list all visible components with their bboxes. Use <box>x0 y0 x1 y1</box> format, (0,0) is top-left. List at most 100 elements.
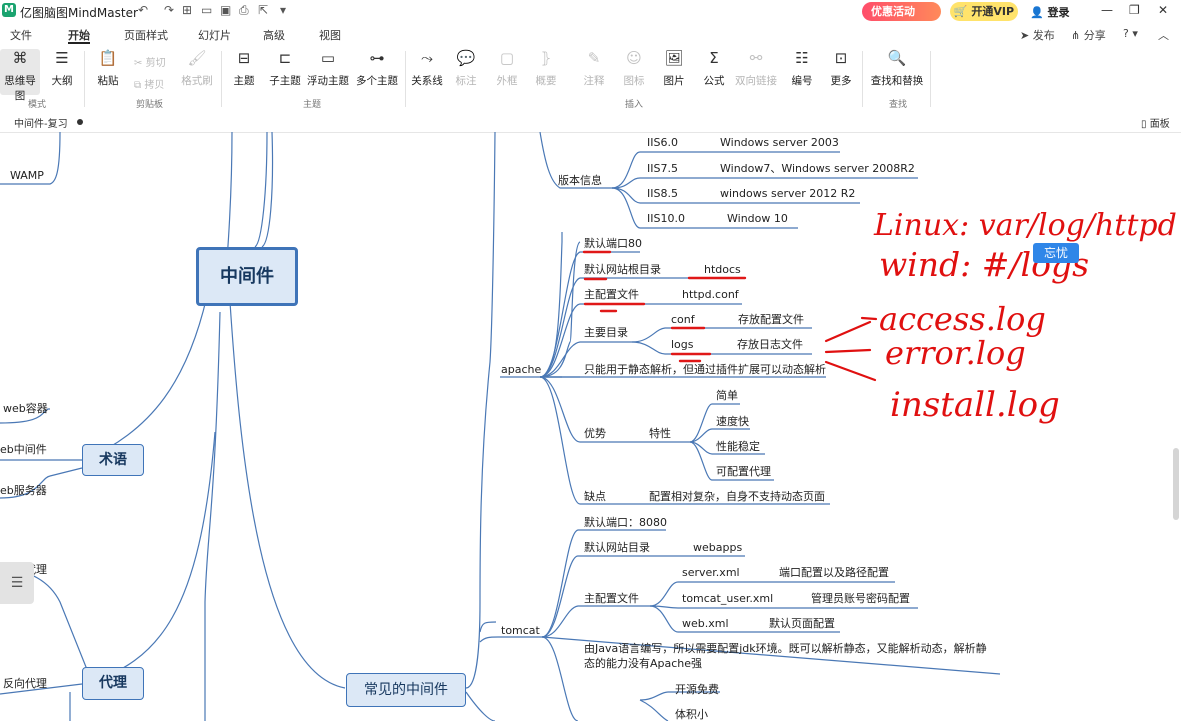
node-apache-httpd-conf[interactable]: httpd.conf <box>682 288 739 302</box>
copy-button[interactable]: ⧉ 拷贝 <box>134 76 164 91</box>
node-open-source[interactable]: 开源免费 <box>675 683 719 697</box>
node-feature-stable[interactable]: 性能稳定 <box>716 440 760 454</box>
node-server-xml[interactable]: server.xml <box>682 566 740 580</box>
node-tomcat[interactable]: tomcat <box>501 624 540 638</box>
close-icon[interactable]: ✕ <box>1158 3 1168 17</box>
node-iis10-os[interactable]: Window 10 <box>727 212 788 226</box>
new-icon[interactable]: ⊞ <box>182 3 192 17</box>
formula-button[interactable]: Σ 公式 <box>702 49 726 88</box>
node-reverse-proxy[interactable]: 反向代理 <box>3 677 47 691</box>
node-tomcat-webdir[interactable]: 默认网站目录 <box>584 541 650 555</box>
node-feature-simple[interactable]: 简单 <box>716 389 738 403</box>
label-button[interactable]: 💬 标注 <box>454 49 478 88</box>
image-button[interactable]: 🖼 图片 <box>662 49 686 88</box>
node-apache-features[interactable]: 特性 <box>649 427 671 441</box>
paste-button[interactable]: 📋 粘贴 <box>96 49 120 88</box>
node-tomcat-user-xml-desc[interactable]: 管理员账号密码配置 <box>811 592 910 606</box>
node-tomcat-java-note-1[interactable]: 由Java语言编写，所以需要配置jdk环境。既可以解析静态，又能解析动态，解析静 <box>584 642 987 656</box>
node-apache-static[interactable]: 只能用于静态解析，但通过插件扩展可以动态解析 <box>584 363 826 377</box>
node-apache-logs[interactable]: logs <box>671 338 694 352</box>
node-version-info[interactable]: 版本信息 <box>558 174 602 188</box>
node-apache-conf-desc[interactable]: 存放配置文件 <box>738 313 804 327</box>
node-small-size[interactable]: 体积小 <box>675 708 708 721</box>
node-feature-fast[interactable]: 速度快 <box>716 415 749 429</box>
boundary-button[interactable]: ▢ 外框 <box>495 49 519 88</box>
export-icon[interactable]: ⇱ <box>258 3 268 17</box>
branch-common-middleware[interactable]: 常见的中间件 <box>346 673 466 707</box>
multi-topic-button[interactable]: ⊶ 多个主题 <box>355 49 399 88</box>
node-apache-config[interactable]: 主配置文件 <box>584 288 639 302</box>
node-iis10[interactable]: IIS10.0 <box>647 212 685 226</box>
node-iis75[interactable]: IIS7.5 <box>647 162 678 176</box>
node-apache-htdocs[interactable]: htdocs <box>704 263 741 277</box>
node-apache[interactable]: apache <box>501 363 541 377</box>
relation-button[interactable]: ⤳ 关系线 <box>410 49 444 88</box>
node-tomcat-user-xml[interactable]: tomcat_user.xml <box>682 592 773 606</box>
cut-button[interactable]: ✂ 剪切 <box>134 54 166 69</box>
node-apache-advantage[interactable]: 优势 <box>584 427 606 441</box>
outline-mode-button[interactable]: ☰ 大纲 <box>48 49 76 88</box>
node-web-xml-desc[interactable]: 默认页面配置 <box>769 617 835 631</box>
node-tomcat-port[interactable]: 默认端口：8080 <box>584 516 667 530</box>
node-apache-conf[interactable]: conf <box>671 313 695 327</box>
node-web-xml[interactable]: web.xml <box>682 617 729 631</box>
node-apache-main-dirs[interactable]: 主要目录 <box>584 326 628 340</box>
document-tab[interactable]: 中间件-复习 <box>14 115 68 130</box>
menu-page-style[interactable]: 页面样式 <box>124 27 168 43</box>
icon-button[interactable]: ☺ 图标 <box>622 49 646 88</box>
node-iis75-os[interactable]: Window7、Windows server 2008R2 <box>720 162 915 176</box>
node-tomcat-java-note-2[interactable]: 态的能力没有Apache强 <box>584 657 702 671</box>
float-topic-button[interactable]: ▭ 浮动主题 <box>306 49 350 88</box>
node-iis85[interactable]: IIS8.5 <box>647 187 678 201</box>
outline-float-button[interactable]: ☰ <box>0 562 34 604</box>
collapse-ribbon-icon[interactable]: ︿ <box>1158 27 1169 43</box>
more-icon[interactable]: ▾ <box>280 3 286 17</box>
subtopic-button[interactable]: ⊏ 子主题 <box>268 49 302 88</box>
minimize-icon[interactable]: — <box>1101 3 1113 17</box>
node-feature-proxy[interactable]: 可配置代理 <box>716 465 771 479</box>
mindmap-mode-button[interactable]: ⌘ 思维导图 <box>0 49 40 102</box>
summary-button[interactable]: ⦄ 概要 <box>534 49 558 88</box>
menu-file[interactable]: 文件 <box>10 27 32 43</box>
node-tomcat-config[interactable]: 主配置文件 <box>584 592 639 606</box>
node-apache-port[interactable]: 默认端口80 <box>584 237 642 251</box>
redo-icon[interactable]: ↷ <box>164 3 174 17</box>
numbering-button[interactable]: ☷ 编号 <box>790 49 814 88</box>
node-wamp[interactable]: WAMP <box>10 169 44 183</box>
node-apache-logs-desc[interactable]: 存放日志文件 <box>737 338 803 352</box>
node-web-server[interactable]: eb服务器 <box>0 484 47 498</box>
menu-view[interactable]: 视图 <box>319 27 341 43</box>
panel-toggle-button[interactable]: ▯ 面板 <box>1141 115 1170 130</box>
save-icon[interactable]: ▣ <box>220 3 231 17</box>
menu-start[interactable]: 开始 <box>68 27 90 43</box>
node-server-xml-desc[interactable]: 端口配置以及路径配置 <box>779 566 889 580</box>
login-button[interactable]: 👤 登录 <box>1030 4 1070 20</box>
maximize-icon[interactable]: ❐ <box>1129 3 1140 17</box>
find-replace-button[interactable]: 🔍 查找和替换 <box>870 49 924 88</box>
undo-icon[interactable]: ↶ <box>138 3 148 17</box>
node-iis85-os[interactable]: windows server 2012 R2 <box>720 187 855 201</box>
open-icon[interactable]: ▭ <box>201 3 212 17</box>
central-topic[interactable]: 中间件 <box>196 247 298 306</box>
menu-advanced[interactable]: 高级 <box>263 27 285 43</box>
node-apache-disadvantage-value[interactable]: 配置相对复杂，自身不支持动态页面 <box>649 490 825 504</box>
branch-terms[interactable]: 术语 <box>82 444 144 476</box>
node-web-container[interactable]: web容器 <box>3 402 48 416</box>
node-iis6-os[interactable]: Windows server 2003 <box>720 136 839 150</box>
vip-button[interactable]: 🛒 开通VIP <box>950 2 1018 21</box>
format-brush-button[interactable]: 🖌 格式刷 <box>180 49 214 88</box>
print-icon[interactable]: ⎙ <box>239 3 249 18</box>
menu-slides[interactable]: 幻灯片 <box>198 27 231 43</box>
publish-button[interactable]: ➤ 发布 <box>1020 27 1055 43</box>
node-tomcat-webapps[interactable]: webapps <box>693 541 742 555</box>
more-button[interactable]: ⊡ 更多 <box>829 49 853 88</box>
bilink-button[interactable]: ⚯ 双向链接 <box>734 49 778 88</box>
mindmap-canvas[interactable]: WAMP web容器 eb中间件 eb服务器 正向代理 反向代理 术语 代理 中… <box>0 132 1181 721</box>
topic-button[interactable]: ⊟ 主题 <box>232 49 256 88</box>
note-button[interactable]: ✎ 注释 <box>582 49 606 88</box>
node-web-middleware[interactable]: eb中间件 <box>0 443 47 457</box>
branch-proxy[interactable]: 代理 <box>82 667 144 700</box>
vertical-scrollbar[interactable] <box>1173 448 1179 520</box>
help-button[interactable]: ? ▾ <box>1123 27 1138 40</box>
share-button[interactable]: ⋔ 分享 <box>1071 27 1106 43</box>
